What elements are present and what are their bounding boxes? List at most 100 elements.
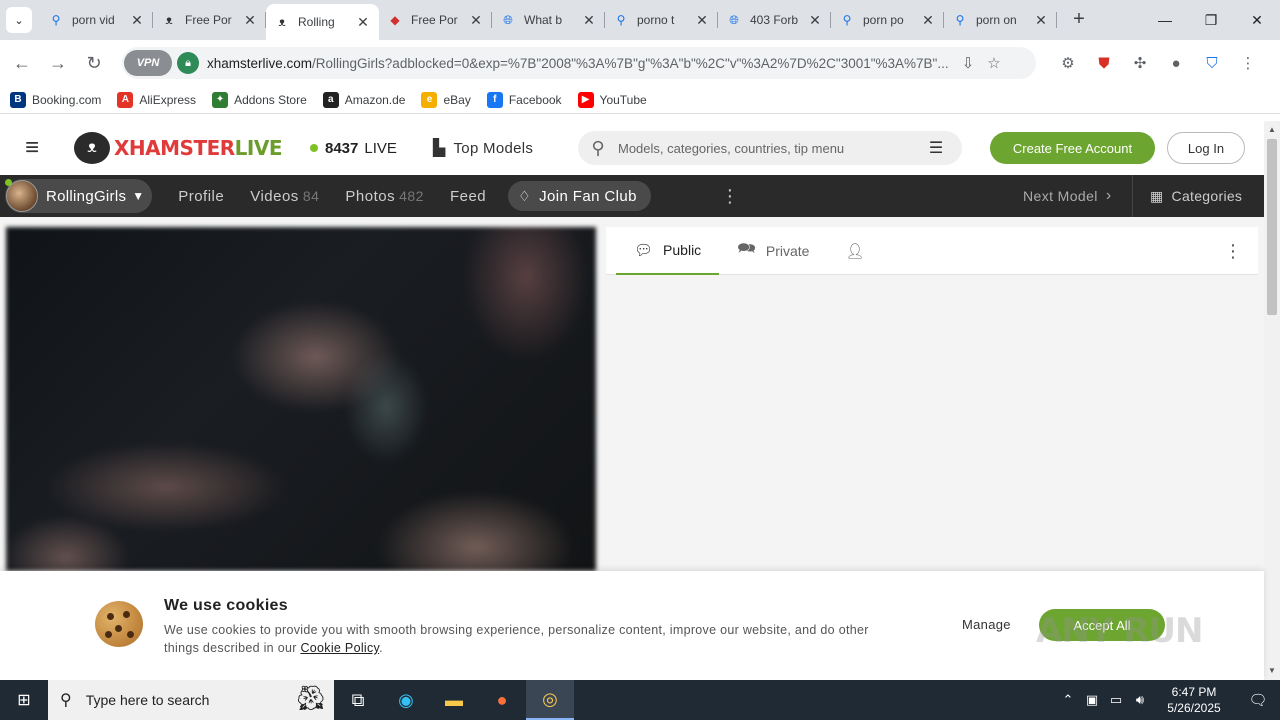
accept-all-button[interactable]: Accept All [1039, 609, 1165, 641]
browser-tab[interactable]: 🌐︎ 403 Forb ✕ [718, 4, 831, 36]
vpn-button[interactable]: VPN [124, 50, 172, 76]
close-tab-icon[interactable]: ✕ [581, 12, 597, 29]
tab-title: porn on [976, 13, 1017, 27]
minimize-button[interactable]: — [1142, 0, 1188, 40]
puzzle-icon[interactable]: ✣ [1122, 48, 1158, 78]
cookie-policy-link[interactable]: Cookie Policy [300, 641, 379, 655]
tab-profile[interactable]: Profile [178, 188, 224, 205]
browser-tab[interactable]: ᴥ Free Por ✕ [153, 4, 266, 36]
browser-tab[interactable]: ⚲ porno t ✕ [605, 4, 718, 36]
tab-users[interactable]: 👤︎ [827, 227, 882, 275]
bookmark-item[interactable]: e eBay [421, 91, 471, 108]
video-player[interactable] [6, 227, 596, 571]
close-tab-icon[interactable]: ✕ [355, 14, 371, 31]
bookmark-item[interactable]: f Facebook [486, 91, 562, 108]
bookmark-label: AliExpress [139, 92, 197, 107]
taskbar-search[interactable]: ⚲ Type here to search 🌺︎ [48, 680, 334, 720]
shield-check-icon[interactable]: ⛉ [1194, 48, 1230, 78]
tab-public-chat[interactable]: 💬︎ Public [616, 227, 720, 275]
join-fan-club-button[interactable]: ♢ Join Fan Club [508, 181, 651, 211]
clock[interactable]: 6:47 PM 5/26/2025 [1152, 684, 1236, 716]
divider [1132, 175, 1133, 217]
close-tab-icon[interactable]: ✕ [242, 12, 258, 29]
close-tab-icon[interactable]: ✕ [807, 12, 823, 29]
new-tab-button[interactable]: + [1065, 5, 1093, 33]
bookmark-favicon-icon: f [486, 91, 503, 108]
browser-tab[interactable]: ⚲ porn vid ✕ [40, 4, 153, 36]
bookmark-item[interactable]: B Booking.com [10, 91, 101, 108]
tab-feed[interactable]: Feed [450, 188, 486, 205]
close-window-button[interactable]: ✕ [1234, 0, 1280, 40]
categories-button[interactable]: ▦ Categories [1150, 175, 1242, 217]
volume-icon[interactable]: 🔊︎ [1128, 692, 1152, 708]
tab-search-button[interactable]: ⌄ [6, 7, 32, 33]
site-logo[interactable]: ᴥ XHAMSTERLIVE [74, 132, 282, 164]
bookmark-item[interactable]: ✦ Addons Store [212, 91, 307, 108]
task-view-icon[interactable]: ⧉ [334, 680, 382, 720]
address-bar[interactable]: VPN 🔒︎ xhamsterlive.com/RollingGirls?adb… [122, 47, 1036, 79]
browser-app-icon[interactable]: ◎ [526, 680, 574, 720]
forward-button[interactable]: → [40, 45, 76, 81]
live-count[interactable]: 8437 LIVE [309, 140, 397, 157]
tab-title: Rolling [298, 15, 335, 29]
tab-title: What b [524, 13, 563, 27]
tab-photos[interactable]: Photos 482 [345, 188, 424, 205]
cookie-banner: We use cookies We use cookies to provide… [0, 571, 1264, 680]
browser-tab[interactable]: 🌐︎ What b ✕ [492, 4, 605, 36]
url-text[interactable]: xhamsterlive.com/RollingGirls?adblocked=… [207, 56, 955, 71]
close-tab-icon[interactable]: ✕ [920, 12, 936, 29]
scroll-down-icon[interactable]: ▼ [1264, 664, 1280, 678]
close-tab-icon[interactable]: ✕ [129, 12, 145, 29]
notification-icon[interactable]: 🗨︎ [1236, 691, 1280, 709]
close-tab-icon[interactable]: ✕ [468, 12, 484, 29]
network-icon[interactable]: ▭ [1104, 692, 1128, 708]
chevron-up-icon[interactable]: ⌃ [1056, 692, 1080, 708]
scroll-up-icon[interactable]: ▲ [1264, 123, 1280, 137]
windows-start-icon[interactable]: ⊞ [0, 680, 48, 720]
tab-videos[interactable]: Videos 84 [250, 188, 319, 205]
close-tab-icon[interactable]: ✕ [694, 12, 710, 29]
star-icon[interactable]: ☆ [981, 54, 1007, 72]
browser-tab[interactable]: ᴥ Rolling ✕ [266, 4, 379, 40]
red-logo-icon: ◆ [390, 13, 400, 27]
login-button[interactable]: Log In [1167, 132, 1245, 164]
browser-tab[interactable]: ⚲ porn po ✕ [831, 4, 944, 36]
globe-icon: 🌐︎ [729, 12, 739, 27]
edge-icon[interactable]: ◉ [382, 680, 430, 720]
bookmark-item[interactable]: A AliExpress [117, 91, 197, 108]
tab-private-chat[interactable]: 🗪︎ Private [719, 227, 827, 275]
bookmark-item[interactable]: ▶ YouTube [577, 91, 647, 108]
lock-icon[interactable]: 🔒︎ [177, 52, 199, 74]
browser-tab[interactable]: ◆ Free Por ✕ [379, 4, 492, 36]
bookmark-item[interactable]: a Amazon.de [322, 91, 405, 108]
tab-title: Free Por [185, 13, 232, 27]
more-options-icon[interactable]: ⋮ [721, 186, 739, 207]
site-header: ≡ ᴥ XHAMSTERLIVE 8437 LIVE ▙ Top Models … [0, 121, 1264, 175]
model-selector[interactable]: RollingGirls ▼ [5, 179, 153, 213]
bookmark-label: Addons Store [234, 92, 307, 107]
filter-icon[interactable]: ☰ [918, 138, 954, 158]
next-model-button[interactable]: Next Model › [1023, 175, 1112, 217]
scroll-thumb[interactable] [1267, 139, 1277, 315]
menu-kebab-icon[interactable]: ⋮ [1230, 48, 1266, 78]
hamburger-menu-icon[interactable]: ≡ [0, 134, 64, 162]
extension-shield-icon[interactable]: ⛊ [1086, 48, 1122, 78]
browser-tab[interactable]: ⚲ porn on ✕ [944, 4, 1057, 36]
extension-gear-icon[interactable]: ⚙ [1050, 48, 1086, 78]
back-button[interactable]: ← [4, 45, 40, 81]
file-explorer-icon[interactable]: ▬ [430, 680, 478, 720]
manage-cookies-button[interactable]: Manage [962, 617, 1011, 632]
create-account-button[interactable]: Create Free Account [990, 132, 1155, 164]
restore-button[interactable]: ❐ [1188, 0, 1234, 40]
bookmarks-bar: B Booking.com A AliExpress ✦ Addons Store a Ama… [0, 86, 1280, 114]
reload-button[interactable]: ↻ [76, 45, 112, 81]
install-app-icon[interactable]: ⇩ [955, 54, 981, 72]
search-input[interactable] [618, 140, 918, 156]
chat-options-icon[interactable]: ⋮ [1224, 227, 1242, 275]
profile-icon[interactable]: ● [1158, 48, 1194, 78]
page-scrollbar[interactable]: ▲ ▼ [1264, 121, 1280, 680]
firefox-icon[interactable]: ● [478, 680, 526, 720]
top-models-link[interactable]: ▙ Top Models [433, 138, 533, 158]
device-icon[interactable]: ▣ [1080, 692, 1104, 708]
close-tab-icon[interactable]: ✕ [1033, 12, 1049, 29]
